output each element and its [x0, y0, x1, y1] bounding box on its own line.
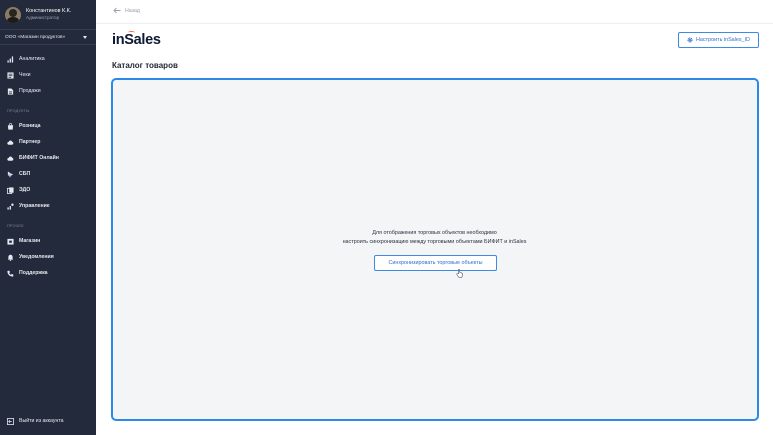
sidebar-item-edo[interactable]: ЭДО	[7, 185, 30, 195]
sidebar-item-receipts[interactable]: Чеки	[7, 70, 31, 80]
sidebar-item-support[interactable]: Поддержка	[7, 268, 48, 278]
sidebar-item-store[interactable]: Магазин	[7, 236, 40, 246]
organization-selector[interactable]: ООО «Магазин продуктов»	[0, 29, 96, 45]
cloud-icon	[7, 139, 14, 146]
section-label-products: ПРОДУКТЫ	[7, 109, 30, 113]
sidebar-item-label: Поддержка	[19, 270, 48, 276]
insales-logo: inSales	[112, 32, 161, 48]
sidebar-item-label: Чеки	[19, 72, 31, 78]
logout-button[interactable]: Выйти из аккаунта	[7, 416, 64, 426]
sidebar-item-notifications[interactable]: Уведомления	[7, 252, 54, 262]
gear-icon	[687, 37, 693, 43]
user-profile[interactable]: Константинов К.К. Администратор	[5, 7, 71, 23]
arrow-left-icon	[113, 7, 121, 14]
sync-message-line-2: настроить синхронизацию между торговыми …	[342, 239, 527, 245]
user-role: Администратор	[26, 15, 60, 21]
header-divider	[96, 23, 773, 24]
bell-icon	[7, 254, 14, 261]
sidebar-item-label: СБП	[19, 171, 31, 177]
logo-accent-mark	[128, 31, 135, 34]
sync-message-line-1: Для отображения торговых объектов необхо…	[372, 230, 497, 236]
catalog-panel: Для отображения торговых объектов необхо…	[111, 78, 759, 421]
sidebar-item-label: Управление	[19, 203, 50, 209]
sidebar-item-label: Уведомления	[19, 254, 54, 260]
main-content: Назад inSales Настроить inSales_ID Катал…	[96, 0, 773, 435]
sidebar-item-label: БИФИТ Онлайн	[19, 155, 59, 161]
document-icon	[7, 87, 14, 95]
sync-message: Для отображения торговых объектов необхо…	[113, 229, 756, 247]
sidebar-item-label: Продажи	[19, 88, 41, 94]
sidebar-item-bifit-online[interactable]: БИФИТ Онлайн	[7, 153, 59, 163]
avatar	[5, 7, 21, 23]
logout-icon	[7, 417, 14, 425]
pointer-cursor-icon	[456, 269, 463, 278]
logout-label: Выйти из аккаунта	[19, 418, 64, 424]
sidebar-item-sbp[interactable]: СБП	[7, 169, 30, 179]
sidebar-item-management[interactable]: Управление	[7, 201, 50, 211]
sidebar-item-label: ЭДО	[19, 187, 31, 193]
sidebar-item-partner[interactable]: Партнер	[7, 137, 40, 147]
user-name: Константинов К.К.	[26, 8, 72, 14]
user-info: Константинов К.К. Администратор	[26, 8, 72, 21]
configure-insales-id-label: Настроить inSales_ID	[696, 37, 750, 43]
organization-name: ООО «Магазин продуктов»	[5, 34, 66, 40]
receipt-icon	[7, 71, 14, 79]
configure-insales-id-button[interactable]: Настроить inSales_ID	[678, 32, 759, 48]
section-label-other: ПРОЧЕЕ	[7, 224, 24, 228]
cloud-icon	[7, 155, 14, 162]
back-label: Назад	[125, 7, 140, 14]
store-icon	[7, 238, 14, 245]
sidebar-item-retail[interactable]: Розница	[7, 121, 40, 131]
sync-trade-objects-button[interactable]: Синхронизировать торговые объекты	[374, 255, 497, 271]
sidebar-item-label: Аналитика	[19, 56, 45, 62]
edo-icon	[7, 186, 14, 194]
bar-chart-icon	[7, 55, 14, 63]
page-title: Каталог товаров	[112, 61, 178, 70]
back-link[interactable]: Назад	[113, 7, 140, 14]
phone-icon	[7, 270, 14, 277]
sidebar-item-analytics[interactable]: Аналитика	[7, 54, 45, 64]
sbp-icon	[7, 170, 14, 178]
shopping-bag-icon	[7, 122, 14, 130]
sidebar-item-label: Магазин	[19, 238, 41, 244]
management-icon	[7, 203, 14, 210]
sidebar-item-label: Розница	[19, 123, 41, 129]
sidebar-item-sales[interactable]: Продажи	[7, 86, 41, 96]
sidebar: Константинов К.К. Администратор ООО «Маг…	[0, 0, 96, 435]
sidebar-item-label: Партнер	[19, 139, 41, 145]
chevron-down-icon	[83, 36, 87, 39]
